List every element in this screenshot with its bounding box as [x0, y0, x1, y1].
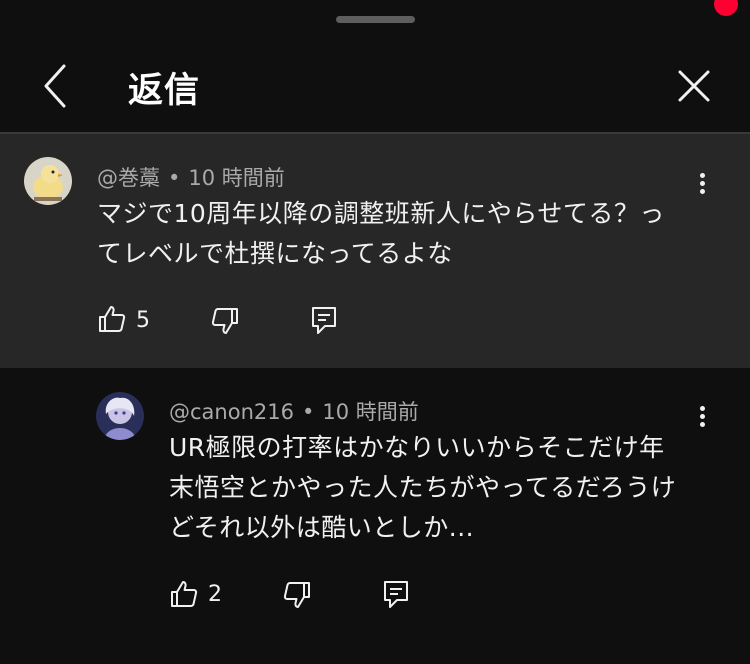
comment-meta: @巻藁 • 10 時間前 [97, 162, 285, 192]
parent-comment: @巻藁 • 10 時間前 マジで10周年以降の調整班新人にやらせてる？っ てレベルで… [0, 134, 750, 368]
avatar[interactable] [96, 392, 144, 440]
thumb-up-icon [171, 581, 198, 607]
like-count: 5 [136, 308, 150, 333]
chick-avatar-image [24, 157, 72, 205]
meta-separator: • [301, 400, 315, 424]
comment-text-line: てレベルで杜撰になってるよな [97, 239, 453, 268]
like-button[interactable] [97, 304, 127, 338]
close-icon [678, 70, 710, 102]
like-count: 2 [208, 582, 222, 607]
comment-text: UR極限の打率はかなりいいからそこだけ年 末悟空とかやった人たちがやってるだろう… [169, 428, 709, 548]
comment-text: マジで10周年以降の調整班新人にやらせてる？っ てレベルで杜撰になってるよな [97, 194, 717, 274]
comment-time: 10 時間前 [188, 166, 285, 190]
back-button[interactable] [36, 64, 76, 108]
reply-button[interactable] [311, 306, 337, 340]
author-handle[interactable]: @canon216 [169, 400, 294, 424]
page-title: 返信 [128, 71, 201, 111]
header: 返信 [0, 40, 750, 132]
anime-avatar-image [96, 392, 144, 440]
comment-text-line: マジで10周年以降の調整班新人にやらせてる？っ [97, 199, 665, 228]
drag-handle[interactable] [336, 16, 415, 23]
chevron-left-icon [44, 64, 66, 108]
avatar[interactable] [24, 157, 72, 205]
reply-icon [312, 307, 336, 334]
like-button[interactable] [169, 579, 199, 613]
kebab-menu-icon [692, 173, 712, 194]
reply-button[interactable] [383, 580, 409, 614]
comment-time: 10 時間前 [322, 400, 419, 424]
dislike-button[interactable] [210, 306, 240, 340]
meta-separator: • [168, 166, 181, 190]
reply-comment: @canon216 • 10 時間前 UR極限の打率はかなりいいからそこだけ年 末悟… [0, 368, 750, 664]
comment-text-line: UR極限の打率はかなりいいからそこだけ年 [169, 433, 665, 462]
thumb-up-icon [99, 306, 126, 332]
comment-text-line: 末悟空とかやった人たちがやってるだろうけ [169, 473, 677, 502]
comment-text-line: どそれ以外は酷いとしか... [169, 513, 475, 542]
comment-meta: @canon216 • 10 時間前 [169, 396, 419, 426]
reply-icon [384, 581, 408, 608]
close-button[interactable] [674, 66, 714, 106]
dislike-button[interactable] [282, 580, 312, 614]
thumb-down-icon [211, 308, 238, 334]
kebab-menu-icon [692, 406, 712, 427]
thumb-down-icon [283, 582, 310, 608]
notification-dot [714, 0, 738, 16]
author-handle[interactable]: @巻藁 [97, 166, 160, 190]
